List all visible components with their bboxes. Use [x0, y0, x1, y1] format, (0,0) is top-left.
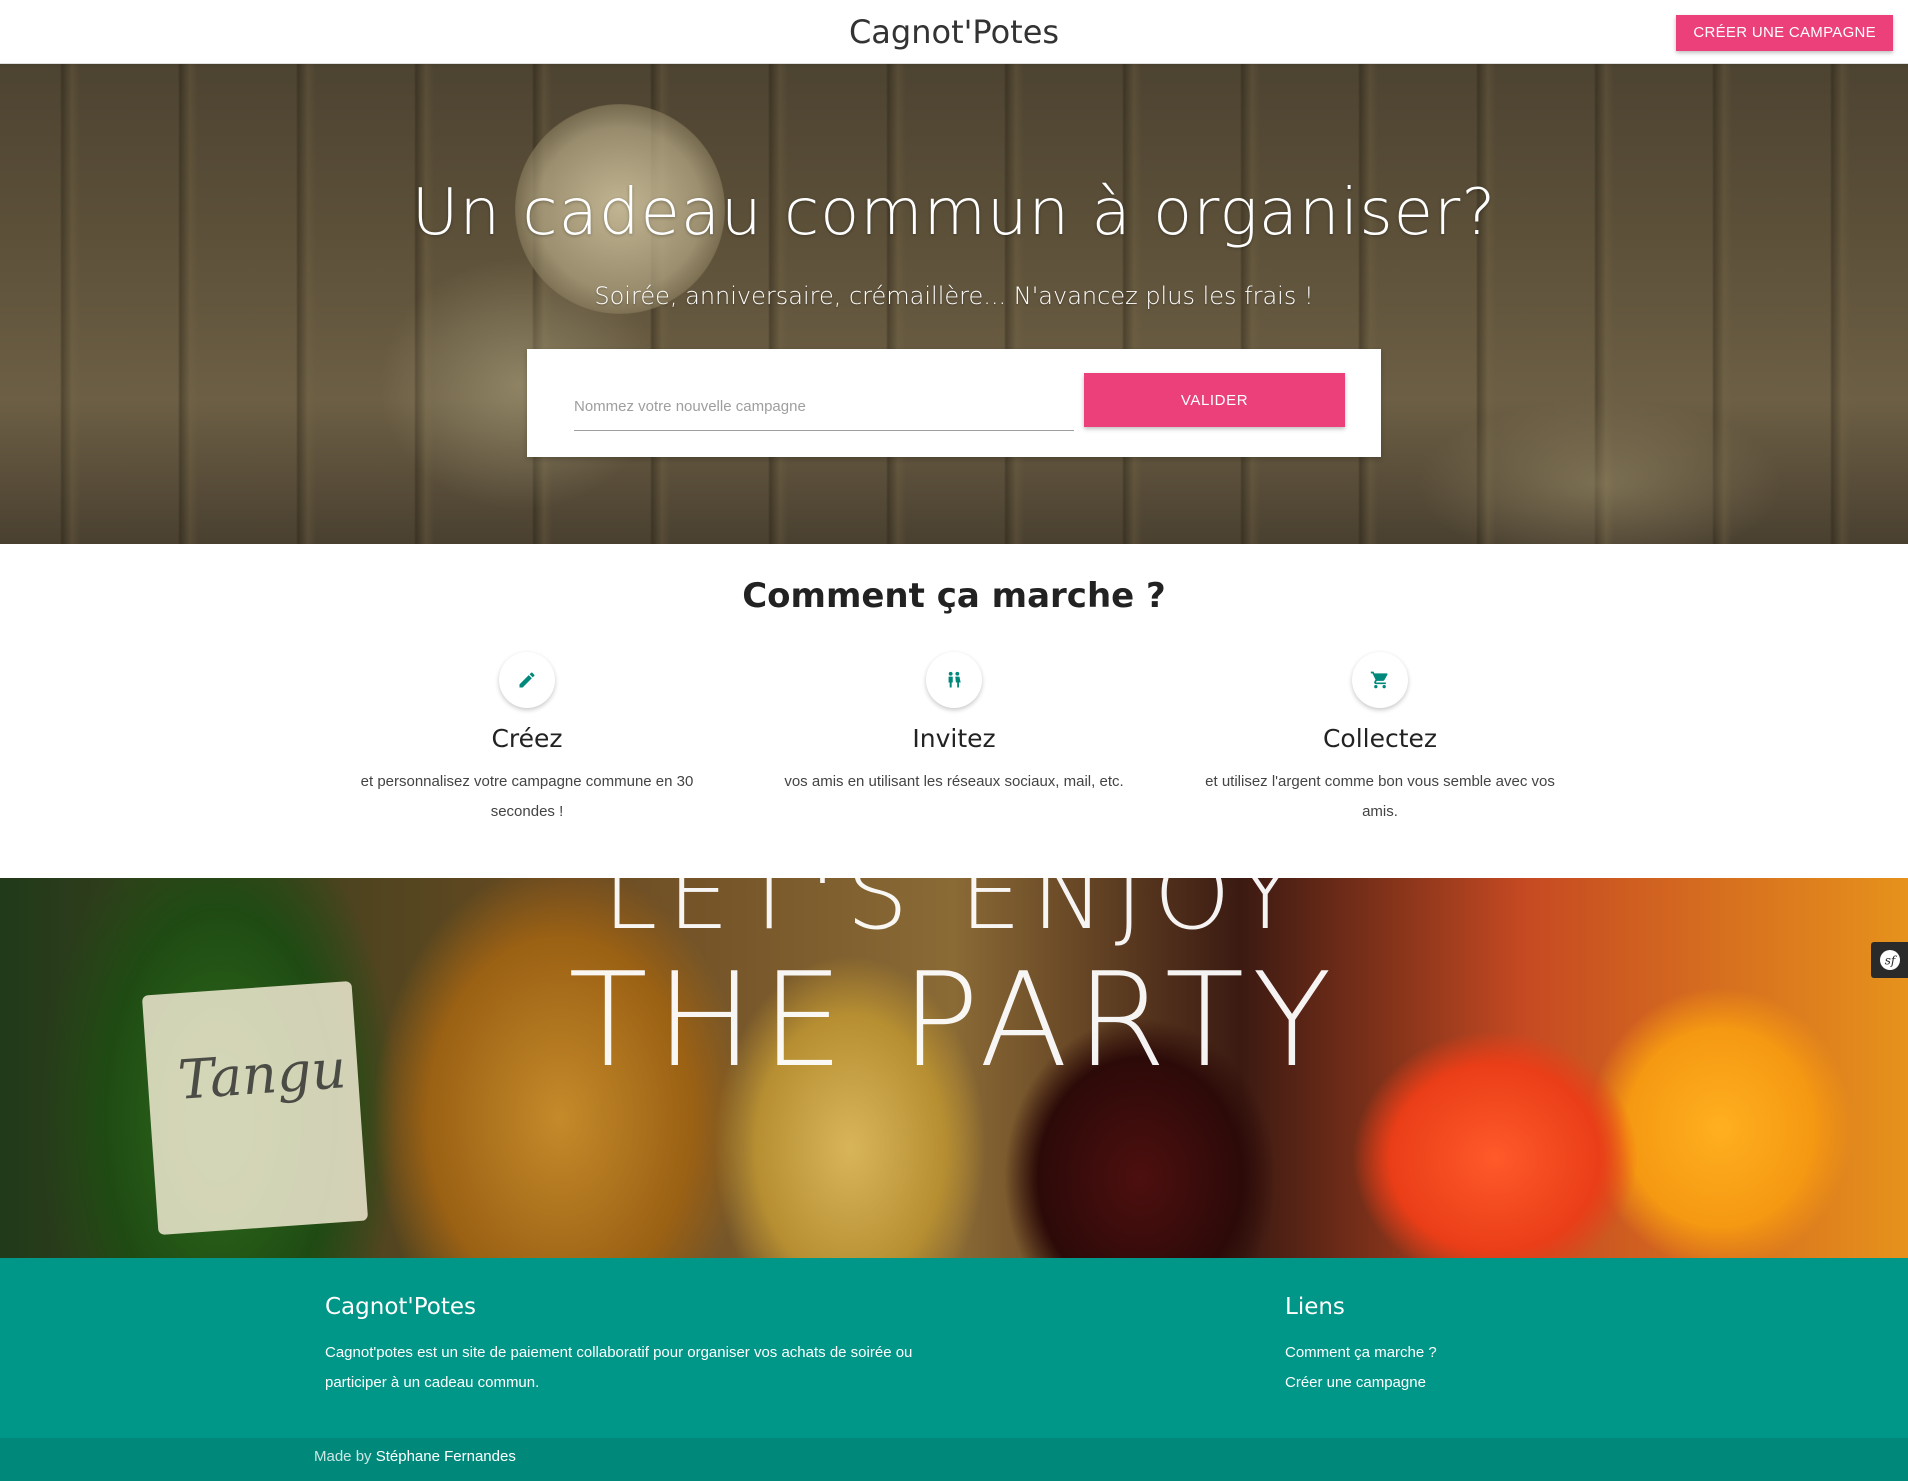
step-create: Créez et personnalisez votre campagne co… — [347, 652, 707, 827]
how-it-works-title: Comment ça marche ? — [742, 576, 1166, 616]
banner-line-2: THE PARTY — [568, 944, 1340, 1096]
author-link[interactable]: Stéphane Fernandes — [376, 1448, 516, 1465]
hero-section: Un cadeau commun à organiser? Soirée, an… — [0, 64, 1908, 544]
step-title: Collectez — [1322, 724, 1438, 753]
brand-logo[interactable]: Cagnot'Potes — [0, 0, 1908, 64]
create-campaign-button[interactable]: CRÉER UNE CAMPAGNE — [1676, 15, 1893, 51]
footer-credit: Made by Stéphane Fernandes — [314, 1448, 516, 1465]
step-text: et utilisez l'argent comme bon vous semb… — [1205, 773, 1555, 820]
pencil-icon — [499, 652, 555, 708]
people-icon — [926, 652, 982, 708]
footer-link-create[interactable]: Créer une campagne — [1285, 1374, 1426, 1391]
footer-brand: Cagnot'Potes — [325, 1294, 477, 1320]
step-title: Créez — [491, 724, 563, 753]
step-title: Invitez — [912, 724, 996, 753]
symfony-toolbar-icon[interactable]: sf — [1871, 942, 1908, 978]
top-navbar: Cagnot'Potes CRÉER UNE CAMPAGNE — [0, 0, 1908, 64]
footer-link-how[interactable]: Comment ça marche ? — [1285, 1344, 1437, 1361]
hero-subtitle: Soirée, anniversaire, crémaillère... N'a… — [594, 282, 1314, 310]
step-invite: Invitez vos amis en utilisant les réseau… — [774, 652, 1134, 797]
cart-icon — [1352, 652, 1408, 708]
footer: Cagnot'Potes Cagnot'potes est un site de… — [0, 1258, 1908, 1481]
footer-links-title: Liens — [1285, 1294, 1345, 1320]
party-banner: Tangu LET'S ENJOY THE PARTY — [0, 878, 1908, 1258]
footer-description: Cagnot'potes est un site de paiement col… — [325, 1344, 913, 1391]
campaign-form-card: VALIDER — [527, 349, 1381, 457]
campaign-name-input[interactable] — [574, 376, 1074, 431]
hero-title: Un cadeau commun à organiser? — [411, 176, 1497, 250]
made-by-prefix: Made by — [314, 1448, 372, 1465]
step-text: vos amis en utilisant les réseaux sociau… — [784, 773, 1124, 790]
step-collect: Collectez et utilisez l'argent comme bon… — [1200, 652, 1560, 827]
footer-bottom-bar — [0, 1438, 1908, 1481]
step-text: et personnalisez votre campagne commune … — [360, 773, 694, 820]
validate-button[interactable]: VALIDER — [1084, 373, 1345, 427]
banner-line-1: LET'S ENJOY — [602, 878, 1306, 952]
